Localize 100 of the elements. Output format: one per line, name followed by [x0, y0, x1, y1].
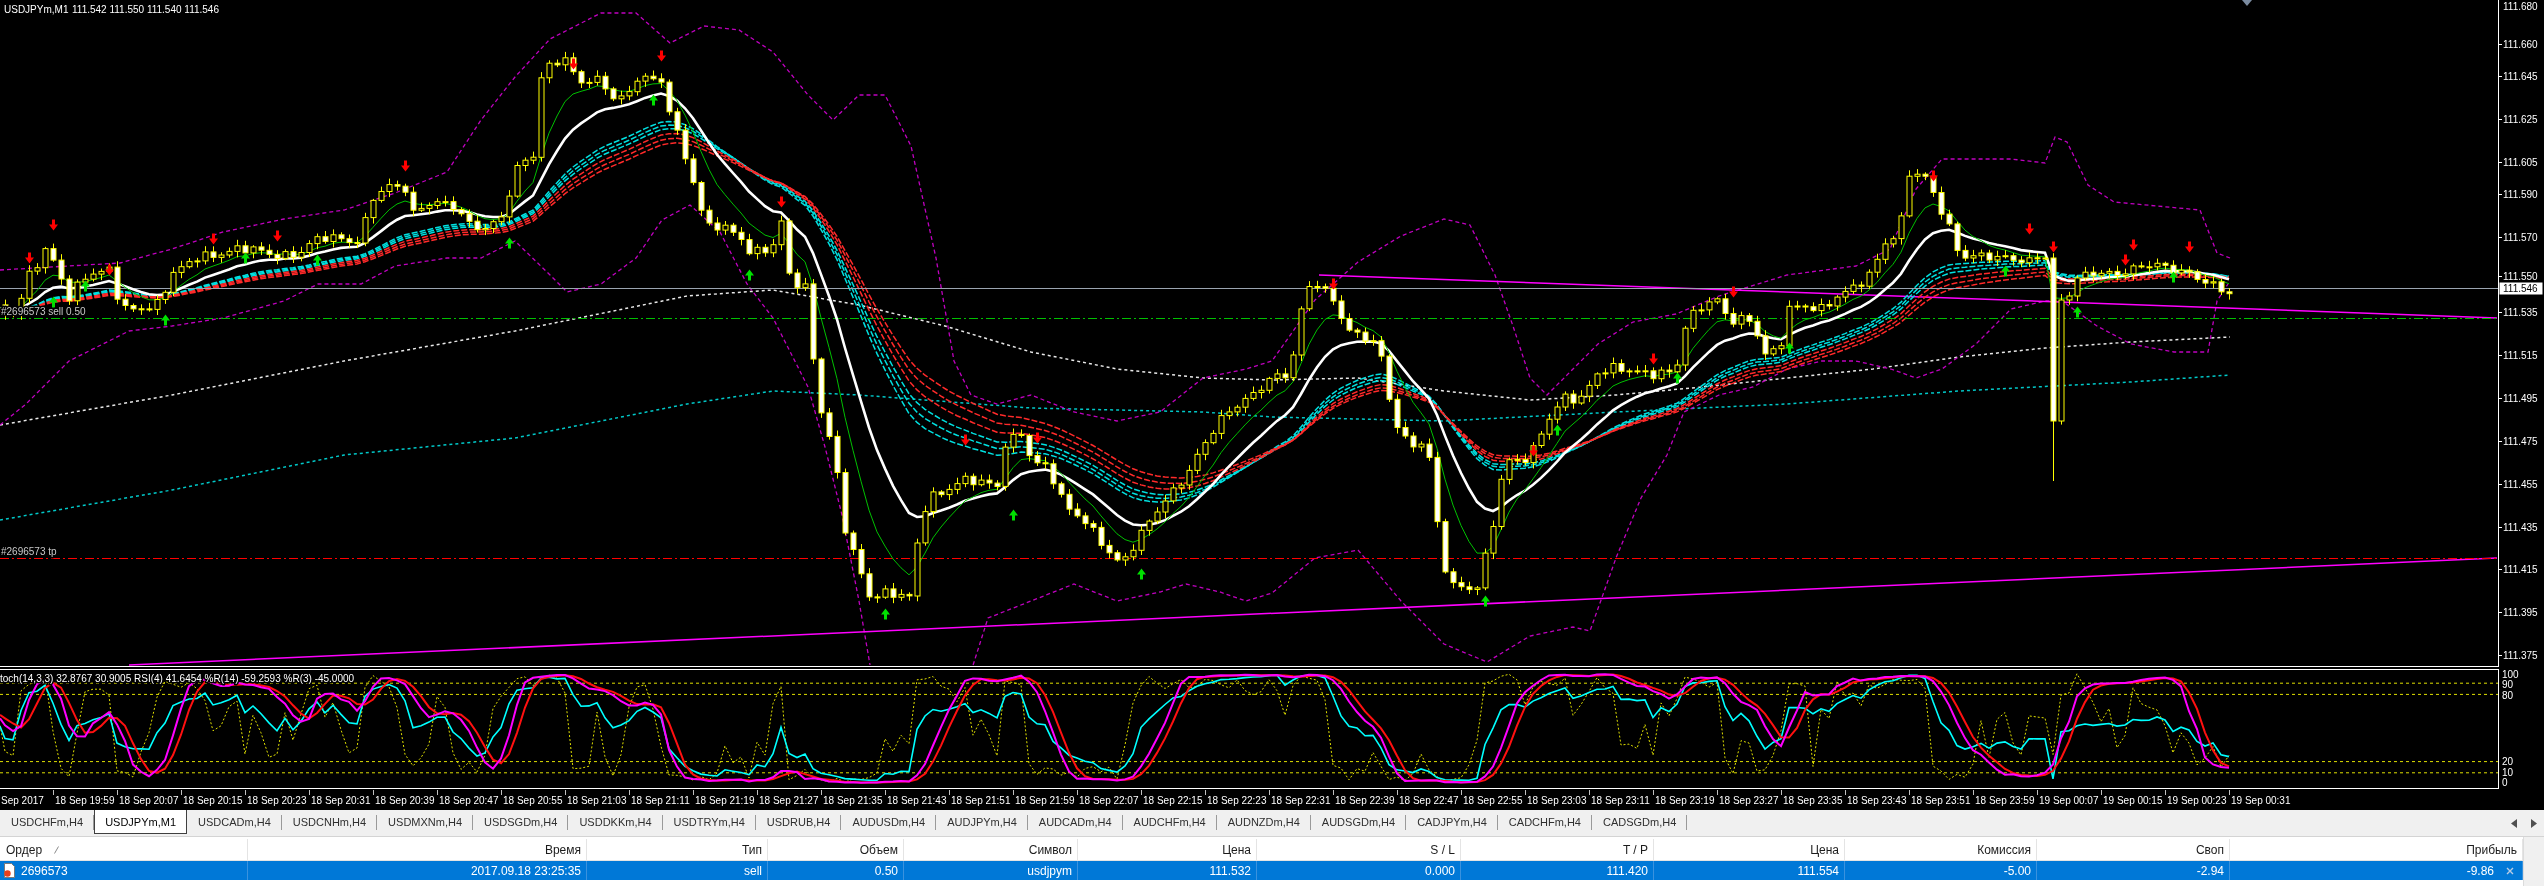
price-axis-label: 111.570	[2503, 231, 2538, 243]
up-arrow-icon	[745, 269, 754, 281]
price-axis-label: 111.495	[2503, 392, 2538, 404]
column-header[interactable]: Цена	[1078, 839, 1257, 860]
close-icon[interactable]	[2506, 866, 2514, 875]
level-axis-label: 20	[2502, 756, 2514, 767]
down-arrow-icon	[25, 252, 34, 264]
price-axis-label: 111.660	[2503, 38, 2538, 50]
price-axis-label: 111.605	[2503, 156, 2538, 168]
table-cell: 111.532	[1078, 861, 1257, 880]
chart-shift-marker-icon[interactable]	[2242, 0, 2252, 6]
price-axis-label: 111.590	[2503, 188, 2538, 200]
time-axis-label: 18 Sep 23:51	[1911, 795, 1971, 806]
price-axis-label: 111.535	[2503, 306, 2538, 318]
up-arrow-icon	[2169, 271, 2178, 283]
column-header[interactable]: Ордер	[0, 839, 248, 860]
table-cell: sell	[587, 861, 768, 880]
time-axis-label: 18 Sep 20:31	[311, 795, 371, 806]
time-axis-label: 18 Sep 22:55	[1463, 795, 1523, 806]
up-arrow-icon	[505, 237, 514, 249]
price-axis-label: 111.680	[2503, 0, 2538, 12]
down-arrow-icon	[401, 160, 410, 172]
sort-icon	[54, 845, 60, 854]
up-arrow-icon	[1553, 424, 1562, 436]
level-axis-label: 100	[2502, 668, 2519, 680]
down-arrow-icon	[961, 434, 970, 446]
table-cell: -9.86	[2466, 863, 2494, 878]
left-arrow-icon[interactable]	[2511, 819, 2517, 828]
table-cell: 0.000	[1257, 861, 1461, 880]
down-arrow-icon	[1649, 353, 1658, 365]
price-axis-label: 111.455	[2503, 478, 2538, 490]
time-axis-label: 18 Sep 23:43	[1847, 795, 1907, 806]
time-axis-label: 18 Sep 21:51	[951, 795, 1011, 806]
up-arrow-icon	[881, 608, 890, 620]
column-header[interactable]: Объем	[768, 839, 904, 860]
time-axis-label: Sep 2017	[1, 795, 44, 806]
down-arrow-icon	[569, 58, 578, 70]
order-icon	[3, 863, 16, 878]
up-arrow-icon	[81, 280, 90, 292]
time-axis-label: 18 Sep 19:59	[55, 795, 115, 806]
column-header[interactable]: T / P	[1461, 839, 1654, 860]
up-arrow-icon	[1785, 342, 1794, 354]
column-header[interactable]: Время	[248, 839, 587, 860]
time-axis-label: 18 Sep 22:47	[1399, 795, 1459, 806]
down-arrow-icon	[1729, 286, 1738, 298]
table-cell: 111.554	[1654, 861, 1845, 880]
level-axis-label: 0	[2502, 777, 2508, 788]
time-axis-label: 18 Sep 21:19	[695, 795, 755, 806]
table-cell: 2696573	[21, 863, 68, 878]
price-axis-label: 111.435	[2503, 521, 2538, 533]
table-cell: -2.94	[2037, 861, 2230, 880]
down-arrow-icon	[273, 230, 282, 242]
down-arrow-icon	[1329, 278, 1338, 290]
time-axis-label: 18 Sep 23:35	[1783, 795, 1843, 806]
time-axis-label: 18 Sep 22:39	[1335, 795, 1395, 806]
down-arrow-icon	[49, 219, 58, 231]
down-arrow-icon	[105, 264, 114, 276]
price-quote: 111.542 111.550 111.540 111.546	[72, 4, 219, 15]
chart-tab[interactable]: USDJPYm,M1	[94, 810, 188, 834]
current-price-tag: 111.546	[2499, 282, 2543, 295]
time-axis-label: 19 Sep 00:23	[2167, 795, 2227, 806]
price-axis-label: 111.475	[2503, 435, 2538, 447]
up-arrow-icon	[1137, 568, 1146, 580]
price-axis-label: 111.645	[2503, 70, 2538, 82]
time-axis-label: 18 Sep 21:59	[1015, 795, 1075, 806]
column-header[interactable]: Комиссия	[1845, 839, 2037, 860]
time-axis-label: 18 Sep 22:23	[1207, 795, 1267, 806]
up-arrow-icon	[1673, 372, 1682, 384]
time-axis-label: 18 Sep 20:55	[503, 795, 563, 806]
up-arrow-icon	[241, 252, 250, 264]
price-axis-label: 111.625	[2503, 113, 2538, 125]
level-axis-label: 80	[2502, 689, 2514, 701]
down-arrow-icon	[1529, 445, 1538, 457]
table-cell: 0.50	[768, 861, 904, 880]
up-arrow-icon	[161, 314, 170, 326]
down-arrow-icon	[2129, 239, 2138, 251]
time-axis-label: 18 Sep 20:15	[183, 795, 243, 806]
up-arrow-icon	[49, 296, 58, 308]
time-axis-label: 18 Sep 21:43	[887, 795, 947, 806]
up-arrow-icon	[2073, 306, 2082, 318]
price-axis-label: 111.415	[2503, 563, 2538, 575]
up-arrow-icon	[649, 94, 658, 106]
column-header[interactable]: S / L	[1257, 839, 1461, 860]
down-arrow-icon	[2121, 254, 2130, 266]
table-row[interactable]: 2696573 2017.09.18 23:25:35 sell 0.50 usdjpym 111.532 0.000 111.420 111.554 -5.00 -2.94 -9.86	[0, 861, 2523, 880]
column-header[interactable]: Цена	[1654, 839, 1845, 860]
time-axis-label: 18 Sep 20:23	[247, 795, 307, 806]
time-axis-label: 18 Sep 23:19	[1655, 795, 1715, 806]
vertical-scrollbar[interactable]	[2523, 837, 2544, 886]
right-arrow-icon[interactable]	[2531, 819, 2537, 828]
price-axis-label: 111.515	[2503, 349, 2538, 361]
time-axis-label: 18 Sep 21:27	[759, 795, 819, 806]
order-line-label: #2696573 tp	[1, 545, 57, 557]
column-header[interactable]: Символ	[904, 839, 1078, 860]
table-cell: 2017.09.18 23:25:35	[248, 861, 587, 880]
up-arrow-icon	[313, 254, 322, 266]
table-cell: -5.00	[1845, 861, 2037, 880]
column-header[interactable]: Тип	[587, 839, 768, 860]
time-axis-label: 19 Sep 00:15	[2103, 795, 2163, 806]
column-header[interactable]: Своп	[2037, 839, 2230, 860]
